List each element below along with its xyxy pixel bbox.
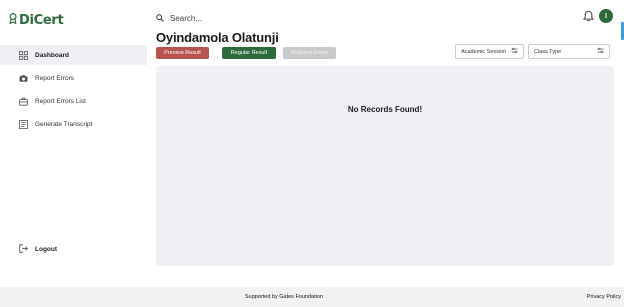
preview-result-button[interactable]: Preview Result xyxy=(156,47,209,59)
regional-exam-button[interactable]: Regional Exam xyxy=(283,47,336,59)
sidebar-item-label: Report Errors List xyxy=(35,97,86,105)
logout-label: Logout xyxy=(35,246,58,253)
brand-name: DiCert xyxy=(19,12,64,28)
student-name: Oyindamola Olatunji xyxy=(156,30,279,45)
dashboard-icon xyxy=(19,50,28,60)
sidebar-item-label: Generate Transcript xyxy=(35,120,93,128)
transcript-icon xyxy=(19,119,28,129)
results-panel: No Records Found! xyxy=(156,66,614,266)
footer: Supported by Gates Foundation Privacy Po… xyxy=(0,287,624,307)
logout-button[interactable]: Logout xyxy=(19,244,57,255)
sidebar-item-generate-transcript[interactable]: Generate Transcript xyxy=(0,114,147,134)
logout-icon xyxy=(19,244,28,255)
toolbox-icon xyxy=(19,97,28,106)
sidebar-item-report-errors[interactable]: Report Errors xyxy=(0,68,147,88)
empty-state-message: No Records Found! xyxy=(347,105,423,114)
sidebar: Dashboard Report Errors Report Errors Li… xyxy=(0,45,147,137)
class-type-select[interactable]: Class Type xyxy=(528,44,610,59)
award-icon xyxy=(9,11,17,29)
user-avatar[interactable]: I xyxy=(599,9,613,23)
camera-icon xyxy=(19,74,28,83)
regular-result-button[interactable]: Regular Result xyxy=(222,47,276,59)
academic-session-select[interactable]: Academic Session xyxy=(455,44,524,59)
bell-icon[interactable] xyxy=(582,9,595,27)
class-type-label: Class Type xyxy=(534,48,562,55)
brand-logo[interactable]: DiCert xyxy=(9,11,64,29)
search-input[interactable] xyxy=(170,13,320,23)
privacy-policy-link[interactable]: Privacy Policy xyxy=(587,294,621,300)
footer-credit: Supported by Gates Foundation xyxy=(245,294,323,300)
sidebar-item-report-errors-list[interactable]: Report Errors List xyxy=(0,91,147,111)
sidebar-item-label: Report Errors xyxy=(35,74,75,82)
sidebar-item-dashboard[interactable]: Dashboard xyxy=(0,45,147,65)
search-bar[interactable] xyxy=(156,9,320,27)
filter-icon xyxy=(511,47,518,56)
filter-icon xyxy=(597,47,604,56)
search-icon xyxy=(156,9,164,27)
academic-session-label: Academic Session xyxy=(461,48,507,55)
sidebar-item-label: Dashboard xyxy=(35,51,69,59)
